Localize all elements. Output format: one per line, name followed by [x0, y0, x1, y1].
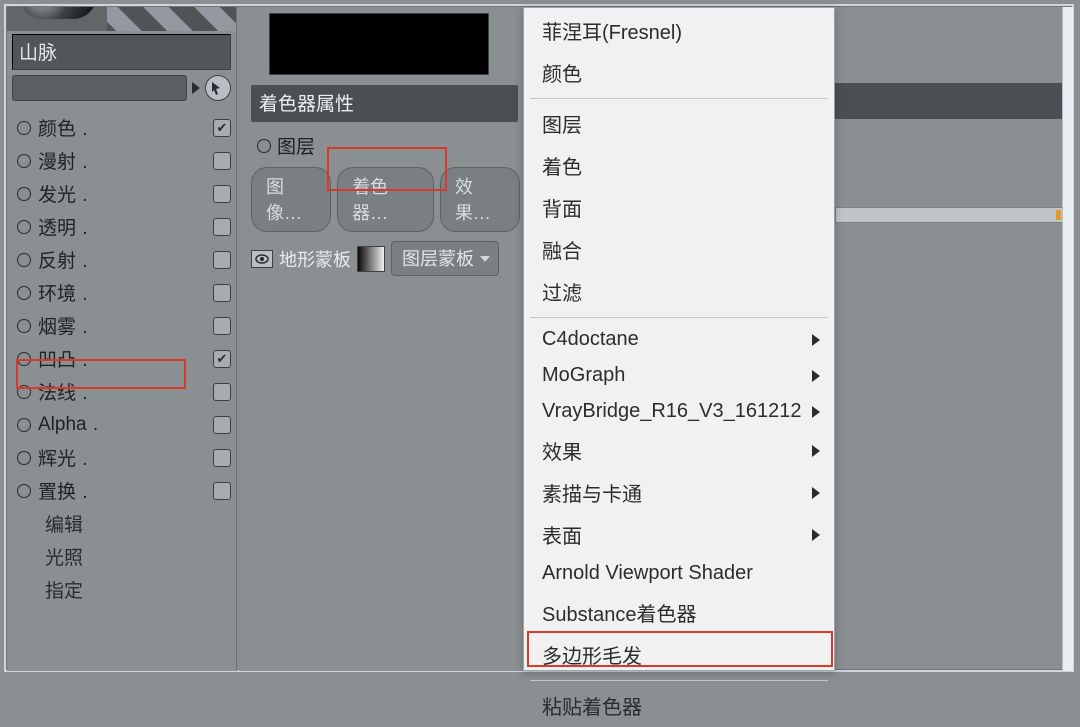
channel-row-reflection[interactable]: 反射 . [7, 243, 236, 276]
channel-row-edit[interactable]: 编辑 [7, 507, 236, 540]
window-edge [1062, 7, 1073, 671]
channel-row-fog[interactable]: 烟雾 . [7, 309, 236, 342]
layer-mode-dropdown[interactable]: 图层蒙板 [391, 241, 499, 276]
menu-item-substance[interactable]: Substance着色器 [524, 592, 834, 634]
channel-label: 漫射 . [38, 147, 213, 174]
menu-item-sketch-cartoon[interactable]: 素描与卡通 [524, 472, 834, 514]
menu-item-colorize[interactable]: 着色 [524, 145, 834, 187]
material-preview-strip [7, 7, 236, 31]
channel-row-illumination[interactable]: 光照 [7, 540, 236, 573]
shader-properties-header: 着色器属性 [251, 85, 518, 122]
channel-bullet-icon [17, 121, 31, 135]
shader-properties-panel: 着色器属性 图层 图像… 着色器… 效果… 地形蒙板 图层蒙板 [239, 7, 524, 671]
channel-label: 环境 . [38, 279, 213, 306]
image-button[interactable]: 图像… [251, 167, 331, 232]
shader-button[interactable]: 着色器… [337, 167, 434, 232]
shader-preview-swatch[interactable] [269, 13, 489, 75]
channel-search-input[interactable] [12, 75, 187, 101]
channel-row-diffuse[interactable]: 漫射 . [7, 144, 236, 177]
channel-bullet-icon [17, 154, 31, 168]
channel-bullet-icon [17, 253, 31, 267]
channel-label: 辉光 . [38, 444, 213, 471]
channel-list: 颜色 . 漫射 . 发光 . 透明 . 反射 . [7, 107, 236, 606]
channel-bullet-icon [17, 451, 31, 465]
channel-label: 置换 . [38, 477, 213, 504]
channel-row-luminance[interactable]: 发光 . [7, 177, 236, 210]
material-channels-panel: 山脉 颜色 . 漫射 . 发光 . [7, 7, 237, 671]
menu-separator [530, 317, 828, 318]
menu-item-fusion[interactable]: 融合 [524, 229, 834, 271]
eye-icon[interactable] [251, 250, 273, 268]
layer-name-label: 地形蒙板 [279, 246, 351, 272]
channel-checkbox[interactable] [213, 218, 231, 236]
menu-item-filter[interactable]: 过滤 [524, 271, 834, 313]
menu-item-backface[interactable]: 背面 [524, 187, 834, 229]
channel-bullet-icon [17, 220, 31, 234]
menu-item-polygon-hair[interactable]: 多边形毛发 [524, 634, 834, 676]
gradient-swatch-icon[interactable] [357, 246, 385, 272]
menu-item-fresnel[interactable]: 菲涅耳(Fresnel) [524, 10, 834, 52]
menu-item-effects[interactable]: 效果 [524, 430, 834, 472]
channel-checkbox[interactable] [213, 152, 231, 170]
channel-row-environment[interactable]: 环境 . [7, 276, 236, 309]
channel-bullet-icon [17, 484, 31, 498]
channel-row-displacement[interactable]: 置换 . [7, 474, 236, 507]
search-expand-icon[interactable] [187, 75, 205, 101]
channel-bullet-icon [17, 352, 31, 366]
menu-item-layer[interactable]: 图层 [524, 103, 834, 145]
channel-checkbox[interactable] [213, 317, 231, 335]
value-slider-track[interactable] [835, 207, 1063, 223]
channel-checkbox[interactable] [213, 185, 231, 203]
menu-item-vraybridge[interactable]: VrayBridge_R16_V3_161212 [524, 394, 834, 430]
bullet-icon [257, 139, 271, 153]
channel-bullet-icon [17, 319, 31, 333]
channel-checkbox[interactable] [213, 284, 231, 302]
channel-checkbox[interactable] [213, 482, 231, 500]
channel-checkbox[interactable] [213, 416, 231, 434]
material-name-field[interactable]: 山脉 [12, 34, 231, 70]
menu-item-c4doctane[interactable]: C4doctane [524, 322, 834, 358]
channel-bullet-icon [17, 385, 31, 399]
channel-label: 发光 . [38, 180, 213, 207]
menu-item-paste-shader[interactable]: 粘贴着色器 [524, 685, 834, 727]
channel-bullet-icon [17, 187, 31, 201]
channel-checkbox[interactable] [213, 251, 231, 269]
shader-layer-row[interactable]: 图层 [251, 128, 520, 163]
shader-layer-label: 图层 [277, 132, 315, 159]
channel-checkbox[interactable] [213, 383, 231, 401]
effect-button[interactable]: 效果… [440, 167, 520, 232]
channel-label: 凹凸 . [38, 345, 213, 372]
channel-row-normal[interactable]: 法线 . [7, 375, 236, 408]
channel-row-bump[interactable]: 凹凸 . [7, 342, 236, 375]
material-preview-sphere [19, 7, 97, 19]
menu-separator [530, 680, 828, 681]
channel-label: 透明 . [38, 213, 213, 240]
channel-label: 颜色 . [38, 114, 213, 141]
channel-label: 烟雾 . [38, 312, 213, 339]
channel-bullet-icon [17, 418, 31, 432]
channel-label: Alpha . [38, 414, 213, 436]
pick-arrow-icon[interactable] [205, 75, 231, 101]
menu-item-arnold-viewport[interactable]: Arnold Viewport Shader [524, 556, 834, 592]
channel-row-transparency[interactable]: 透明 . [7, 210, 236, 243]
channel-row-assign[interactable]: 指定 [7, 573, 236, 606]
menu-item-surface[interactable]: 表面 [524, 514, 834, 556]
channel-label: 反射 . [38, 246, 213, 273]
shader-context-menu: 菲涅耳(Fresnel) 颜色 图层 着色 背面 融合 过滤 C4doctane… [523, 7, 835, 671]
menu-separator [530, 98, 828, 99]
channel-checkbox[interactable] [213, 350, 231, 368]
channel-row-glow[interactable]: 辉光 . [7, 441, 236, 474]
channel-row-color[interactable]: 颜色 . [7, 111, 236, 144]
channel-checkbox[interactable] [213, 119, 231, 137]
channel-label: 法线 . [38, 378, 213, 405]
channel-bullet-icon [17, 286, 31, 300]
channel-row-alpha[interactable]: Alpha . [7, 408, 236, 441]
menu-item-mograph[interactable]: MoGraph [524, 358, 834, 394]
menu-item-color[interactable]: 颜色 [524, 52, 834, 94]
channel-checkbox[interactable] [213, 449, 231, 467]
